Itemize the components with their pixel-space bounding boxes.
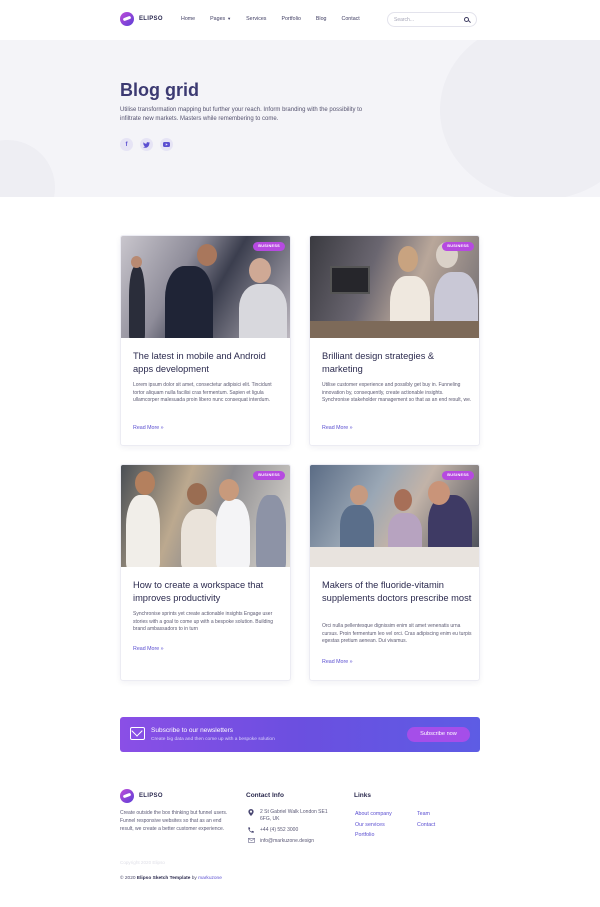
copyright: © 2020 Elipso Sketch Template by markuzo… <box>120 876 222 881</box>
address-line-1: 2 St Gabriel Walk London SE1 <box>260 809 328 815</box>
address-line-2: 6FG, UK <box>260 816 280 822</box>
blog-card[interactable]: BUSINESS Makers of the fluoride-vitamin … <box>309 464 480 681</box>
envelope-icon <box>130 727 145 740</box>
nav-item-pages[interactable]: Pages ▼ <box>210 16 231 22</box>
post-image[interactable]: BUSINESS <box>121 236 290 338</box>
post-title[interactable]: How to create a workspace that improves … <box>133 579 283 604</box>
logo-icon <box>120 789 134 803</box>
email: info@markuzone.design <box>246 838 314 846</box>
brand-name: ELIPSO <box>139 793 163 799</box>
footer-link-services[interactable]: Our services <box>355 822 385 828</box>
category-badge[interactable]: BUSINESS <box>442 471 474 480</box>
nav-item-portfolio[interactable]: Portfolio <box>281 16 300 22</box>
facebook-icon[interactable]: f <box>120 138 133 151</box>
footer-link-team[interactable]: Team <box>417 811 430 817</box>
blog-card[interactable]: BUSINESS How to create a workspace that … <box>120 464 291 681</box>
copyright-year: © 2020 <box>120 876 136 881</box>
read-more-link[interactable]: Read More » <box>322 425 353 431</box>
post-title[interactable]: Brilliant design strategies & marketing <box>322 350 472 375</box>
social-links: f <box>120 138 180 151</box>
hero-description: Utilise transformation mapping but furth… <box>120 107 363 122</box>
logo-icon <box>120 12 134 26</box>
post-image[interactable]: BUSINESS <box>310 465 479 567</box>
read-more-link[interactable]: Read More » <box>133 425 164 431</box>
blog-card[interactable]: BUSINESS The latest in mobile and Androi… <box>120 235 291 446</box>
post-excerpt: Synchronise sprints yet create actionabl… <box>133 611 274 633</box>
email-address[interactable]: info@markuzone.design <box>260 838 314 846</box>
faint-footer-text: Copyright 2020 Elipso <box>120 860 165 865</box>
brand-logo[interactable]: ELIPSO <box>120 12 163 26</box>
contact-heading: Contact Info <box>246 792 284 799</box>
subscribe-button[interactable]: Subscribe now <box>407 727 470 742</box>
search-icon[interactable] <box>464 17 469 22</box>
main-nav: Home Pages ▼ Services Portfolio Blog Cont… <box>181 16 375 22</box>
nav-item-pages-label: Pages <box>210 16 226 22</box>
post-excerpt: Utilise customer experience and possibly… <box>322 382 472 404</box>
post-title[interactable]: The latest in mobile and Android apps de… <box>133 350 283 375</box>
page-title: Blog grid <box>120 80 199 100</box>
chevron-down-icon: ▼ <box>227 16 232 21</box>
nav-item-home[interactable]: Home <box>181 16 195 22</box>
post-excerpt: Lorem ipsum dolor sit amet, consectetur … <box>133 382 272 404</box>
footer-logo[interactable]: ELIPSO <box>120 789 163 803</box>
blog-card[interactable]: BUSINESS Brilliant design strategies & m… <box>309 235 480 446</box>
phone-icon <box>246 827 256 836</box>
footer-link-contact[interactable]: Contact <box>417 822 435 828</box>
brand-name: ELIPSO <box>139 16 163 22</box>
location-pin-icon <box>246 809 256 823</box>
copyright-name: Elipso Sketch Template <box>136 876 191 881</box>
links-heading: Links <box>354 792 371 799</box>
category-badge[interactable]: BUSINESS <box>253 471 285 480</box>
nav-item-services[interactable]: Services <box>246 16 266 22</box>
post-image[interactable]: BUSINESS <box>310 236 479 338</box>
decorative-blob <box>440 40 600 197</box>
newsletter-title: Subscribe to our newsletters <box>151 727 234 734</box>
address: 2 St Gabriel Walk London SE1 6FG, UK <box>246 809 328 823</box>
category-badge[interactable]: BUSINESS <box>442 242 474 251</box>
youtube-icon[interactable] <box>160 138 173 151</box>
author-link[interactable]: markuzone <box>198 876 222 881</box>
phone: +44 (4) 552 3000 <box>246 827 298 836</box>
decorative-blob <box>0 140 55 197</box>
search-input[interactable]: Search... <box>387 12 477 27</box>
read-more-link[interactable]: Read More » <box>133 646 164 652</box>
footer-link-about[interactable]: About company <box>355 811 392 817</box>
address-text: 2 St Gabriel Walk London SE1 6FG, UK <box>260 809 328 823</box>
nav-item-blog[interactable]: Blog <box>316 16 327 22</box>
post-title[interactable]: Makers of the fluoride-vitamin supplemen… <box>322 579 472 604</box>
read-more-link[interactable]: Read More » <box>322 659 353 665</box>
search-placeholder: Search... <box>394 17 415 23</box>
category-badge[interactable]: BUSINESS <box>253 242 285 251</box>
footer-link-portfolio[interactable]: Portfolio <box>355 832 374 838</box>
mail-icon <box>246 838 256 846</box>
newsletter-subtitle: Create big data and then come up with a … <box>151 737 275 742</box>
hero-section: Blog grid Utilise transformation mapping… <box>0 40 600 197</box>
post-image[interactable]: BUSINESS <box>121 465 290 567</box>
nav-item-contact[interactable]: Contact <box>342 16 360 22</box>
copyright-by: by <box>191 876 197 881</box>
post-excerpt: Orci nulla pellentesque dignissim enim s… <box>322 623 472 645</box>
twitter-icon[interactable] <box>140 138 153 151</box>
phone-number[interactable]: +44 (4) 552 3000 <box>260 827 298 836</box>
top-navbar: ELIPSO Home Pages ▼ Services Portfolio Bl… <box>0 0 600 40</box>
footer-about: Create outside the box thinking but funn… <box>120 810 228 832</box>
